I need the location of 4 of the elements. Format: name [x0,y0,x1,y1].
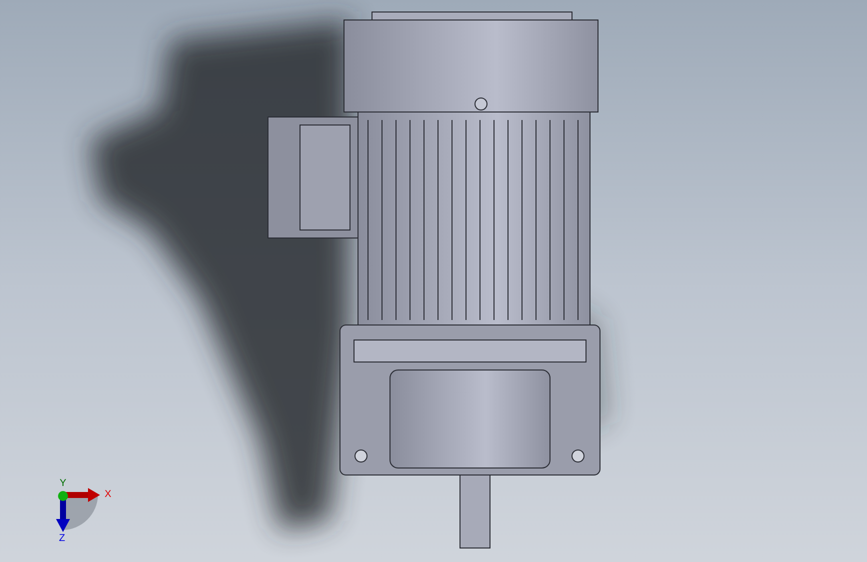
axis-label: X [104,489,112,500]
axis-label: Y [60,478,66,489]
origin-ball-icon [58,491,68,501]
axis-label: Z [58,533,66,544]
